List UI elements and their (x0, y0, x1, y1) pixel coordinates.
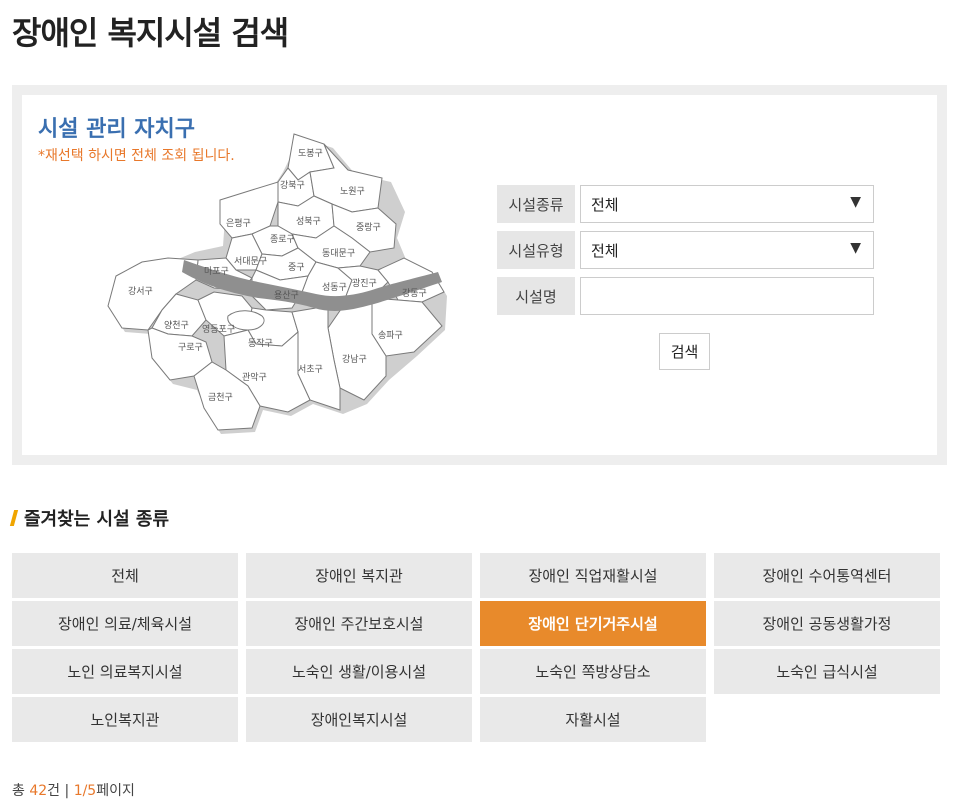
district-label: 중구 (288, 262, 305, 273)
district-label: 강동구 (402, 288, 427, 299)
facility-kind-select[interactable]: 전체 ▼ (580, 231, 874, 269)
district-label: 은평구 (226, 218, 251, 229)
result-page: 1/5 (73, 783, 97, 799)
search-inner: 시설 관리 자치구 *재선택 하시면 전체 조회 됩니다. 도봉구 강북구 노원… (22, 95, 937, 455)
district-label: 마포구 (204, 266, 229, 277)
result-count-suffix: 건 | (47, 783, 70, 799)
district-label: 강남구 (342, 354, 367, 365)
category-tile[interactable]: 전체 (12, 553, 238, 598)
favorites-heading-text: 즐겨찾는 시설 종류 (24, 509, 170, 530)
district-label: 성동구 (322, 282, 347, 293)
district-label: 서초구 (298, 364, 323, 375)
district-label: 중랑구 (356, 221, 381, 233)
category-tile[interactable]: 노숙인 쪽방상담소 (480, 649, 706, 694)
chevron-down-icon: ▼ (850, 240, 861, 256)
district-label: 도봉구 (298, 148, 323, 159)
category-tile[interactable]: 장애인 수어통역센터 (714, 553, 940, 598)
category-tile[interactable]: 장애인 공동생활가정 (714, 601, 940, 646)
facility-type-label: 시설종류 (497, 185, 575, 223)
category-tile[interactable]: 장애인 직업재활시설 (480, 553, 706, 598)
facility-name-label: 시설명 (497, 277, 575, 315)
category-tile[interactable]: 노인복지관 (12, 697, 238, 742)
facility-type-value: 전체 (591, 196, 619, 214)
search-panel: 시설 관리 자치구 *재선택 하시면 전체 조회 됩니다. 도봉구 강북구 노원… (12, 85, 947, 465)
district-label: 성북구 (296, 216, 321, 227)
category-tile[interactable]: 장애인 주간보호시설 (246, 601, 472, 646)
facility-kind-label: 시설유형 (497, 231, 575, 269)
result-prefix: 총 (12, 783, 25, 799)
facility-name-input[interactable] (580, 277, 874, 315)
district-label: 관악구 (242, 371, 267, 383)
result-page-suffix: 페이지 (96, 783, 135, 799)
district-label: 광진구 (352, 277, 377, 289)
chevron-down-icon: ▼ (850, 194, 861, 210)
facility-type-select[interactable]: 전체 ▼ (580, 185, 874, 223)
district-label: 용산구 (274, 290, 299, 301)
district-label: 노원구 (340, 186, 365, 197)
category-tile[interactable]: 장애인복지시설 (246, 697, 472, 742)
category-tile[interactable]: 장애인 단기거주시설 (480, 601, 706, 646)
district-label: 강서구 (128, 286, 153, 297)
category-tile[interactable]: 노숙인 급식시설 (714, 649, 940, 694)
facility-kind-value: 전체 (591, 242, 619, 260)
district-label: 강북구 (280, 180, 305, 191)
district-label: 동대문구 (322, 248, 355, 259)
category-tile[interactable]: 장애인 복지관 (246, 553, 472, 598)
favorites-heading: 즐겨찾는 시설 종류 (9, 505, 170, 531)
district-label: 구로구 (178, 342, 203, 353)
category-tile[interactable]: 노숙인 생활/이용시설 (246, 649, 472, 694)
district-label: 동작구 (248, 338, 273, 349)
result-summary: 총 42건 | 1/5페이지 (12, 780, 135, 800)
district-label: 금천구 (208, 392, 233, 403)
district-label: 양천구 (164, 320, 189, 331)
seoul-district-map[interactable]: 도봉구 강북구 노원구 은평구 성북구 중랑구 종로구 서대문구 동대문구 마포… (102, 130, 462, 435)
district-label: 송파구 (378, 330, 403, 341)
result-count: 42 (29, 783, 48, 799)
search-button[interactable]: 검색 (659, 333, 710, 370)
category-tile[interactable]: 노인 의료복지시설 (12, 649, 238, 694)
page-title: 장애인 복지시설 검색 (12, 14, 289, 52)
heading-accent-mark (9, 510, 19, 526)
district-label: 영등포구 (202, 324, 235, 335)
category-tile[interactable]: 자활시설 (480, 697, 706, 742)
district-label: 종로구 (270, 234, 295, 245)
district-shapes[interactable] (107, 133, 445, 431)
district-label: 서대문구 (234, 256, 267, 267)
category-tile[interactable]: 장애인 의료/체육시설 (12, 601, 238, 646)
